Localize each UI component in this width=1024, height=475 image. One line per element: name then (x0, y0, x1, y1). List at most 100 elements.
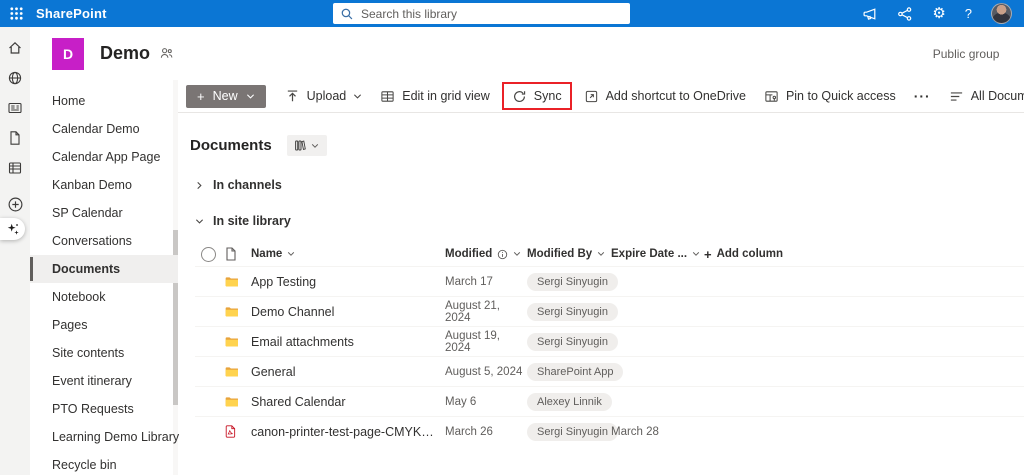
add-column-button[interactable]: + Add column (704, 247, 824, 262)
sidebar-item-pages[interactable]: Pages (30, 311, 178, 339)
pin-icon (764, 89, 779, 104)
sync-button[interactable]: Sync (506, 84, 568, 108)
file-type-column-icon[interactable] (225, 247, 251, 261)
search-box[interactable] (333, 3, 630, 24)
sparkle-icon (7, 223, 19, 235)
table-row[interactable]: canon-printer-test-page-CMYK.pdf March 2… (195, 416, 1024, 446)
view-selector-button[interactable]: All Documents (940, 84, 1024, 108)
modified-by-pill[interactable]: Alexey Linnik (527, 392, 612, 411)
app-launcher-waffle-icon[interactable] (0, 0, 32, 27)
chevron-down-icon (354, 93, 362, 98)
select-all-checkbox[interactable] (201, 246, 216, 262)
edit-grid-view-button[interactable]: Edit in grid view (371, 84, 499, 108)
sidebar-item-calendar-app-page[interactable]: Calendar App Page (30, 143, 178, 171)
section-in-channels[interactable]: In channels (190, 178, 1024, 192)
pin-quick-access-button[interactable]: Pin to Quick access (755, 84, 905, 108)
modified-by-pill[interactable]: Sergi Sinyugin (527, 332, 618, 351)
folder-icon (225, 307, 239, 317)
table-row[interactable]: Shared Calendar May 6 Alexey Linnik (195, 386, 1024, 416)
table-row[interactable]: Demo Channel August 21, 2024 Sergi Sinyu… (195, 296, 1024, 326)
column-name[interactable]: Name (251, 248, 445, 260)
column-expire-date[interactable]: Expire Date ... (611, 248, 704, 260)
library-view-toggle[interactable] (286, 135, 327, 156)
upload-button[interactable]: Upload (276, 84, 372, 108)
chevron-down-icon (514, 251, 521, 256)
library-body: Documents In channels In site library Na… (178, 113, 1024, 475)
app-rail (0, 27, 30, 475)
section-in-site-library[interactable]: In site library (190, 214, 1024, 228)
documents-table: Name Modified Modified By Expire Date ..… (190, 242, 1024, 446)
sidebar-item-event-itinerary[interactable]: Event itinerary (30, 367, 178, 395)
upload-icon (285, 89, 300, 104)
privacy-label: Public group (932, 46, 1000, 61)
integrations-icon[interactable] (897, 6, 913, 22)
sidebar-item-kanban-demo[interactable]: Kanban Demo (30, 171, 178, 199)
site-header: D Demo Public group ★ Following (30, 27, 1024, 80)
news-icon[interactable] (7, 100, 23, 116)
grid-icon (380, 89, 395, 104)
suite-bar-right: ⚙ ? (862, 3, 1024, 24)
library-icon[interactable] (7, 160, 23, 176)
table-row[interactable]: General August 5, 2024 SharePoint App (195, 356, 1024, 386)
modified-by-pill[interactable]: SharePoint App (527, 362, 624, 381)
settings-gear-icon[interactable]: ⚙ (932, 6, 945, 21)
more-commands-button[interactable]: ··· (905, 84, 940, 108)
folder-icon (225, 367, 239, 377)
sidebar-item-site-contents[interactable]: Site contents (30, 339, 178, 367)
folder-icon (225, 397, 239, 407)
column-modified-by[interactable]: Modified By (527, 248, 611, 260)
site-area: D Demo Public group ★ Following (30, 27, 1024, 475)
teams-icon (160, 48, 173, 58)
modified-by-pill[interactable]: Sergi Sinyugin (527, 272, 618, 291)
view-lines-icon (949, 89, 964, 104)
create-plus-icon[interactable] (7, 196, 24, 213)
home-icon[interactable] (7, 40, 23, 56)
chevron-down-icon (597, 251, 605, 256)
add-shortcut-onedrive-button[interactable]: Add shortcut to OneDrive (575, 84, 755, 108)
library-content: + New Upload Edit in grid view Sync Add … (178, 80, 1024, 475)
folder-icon (225, 337, 239, 347)
sidebar-item-sp-calendar[interactable]: SP Calendar (30, 199, 178, 227)
sidebar-item-documents[interactable]: Documents (30, 255, 178, 283)
table-row[interactable]: App Testing March 17 Sergi Sinyugin (195, 266, 1024, 296)
app-name[interactable]: SharePoint (36, 6, 107, 21)
suite-bar: SharePoint ⚙ ? (0, 0, 1024, 27)
modified-by-pill[interactable]: Sergi Sinyugin (527, 302, 618, 321)
column-modified[interactable]: Modified (445, 248, 527, 260)
help-icon[interactable]: ? (965, 6, 972, 21)
table-row[interactable]: Email attachments August 19, 2024 Sergi … (195, 326, 1024, 356)
shortcut-icon (584, 89, 599, 104)
sidebar-item-notebook[interactable]: Notebook (30, 283, 178, 311)
site-title[interactable]: Demo (100, 43, 150, 64)
sidebar-item-conversations[interactable]: Conversations (30, 227, 178, 255)
document-icon[interactable] (7, 130, 23, 146)
new-button[interactable]: + New (186, 84, 266, 108)
library-title: Documents (190, 137, 272, 154)
sidebar-item-pto-requests[interactable]: PTO Requests (30, 395, 178, 423)
sync-highlight-annotation: Sync (501, 82, 572, 110)
search-input[interactable] (361, 6, 623, 21)
plus-icon: + (197, 88, 205, 104)
sync-icon (512, 89, 527, 104)
chevron-down-icon (288, 251, 295, 256)
modified-by-pill[interactable]: Sergi Sinyugin (527, 422, 618, 441)
sidebar-item-calendar-demo[interactable]: Calendar Demo (30, 115, 178, 143)
sidebar-item-learning-demo-library[interactable]: Learning Demo Library (30, 423, 179, 451)
table-body: App Testing March 17 Sergi Sinyugin Demo… (195, 266, 1024, 446)
sidebar-item-recycle-bin[interactable]: Recycle bin (30, 451, 178, 475)
sharepoint-app: SharePoint ⚙ ? (0, 0, 1024, 475)
sidebar-item-home[interactable]: Home (30, 87, 178, 115)
chevron-down-icon (311, 143, 319, 148)
copilot-button[interactable] (0, 218, 25, 240)
chevron-right-icon (195, 181, 204, 190)
announcements-megaphone-icon[interactable] (862, 6, 878, 22)
account-avatar[interactable] (991, 3, 1012, 24)
globe-icon[interactable] (7, 70, 23, 86)
search-icon (341, 8, 353, 19)
table-header: Name Modified Modified By Expire Date ..… (195, 242, 1024, 266)
site-header-meta: Public group ★ Following 10 members (933, 27, 1024, 80)
folder-icon (225, 277, 239, 287)
site-logo[interactable]: D (52, 38, 84, 70)
chevron-down-icon (246, 93, 254, 98)
chevron-down-icon (195, 217, 204, 226)
